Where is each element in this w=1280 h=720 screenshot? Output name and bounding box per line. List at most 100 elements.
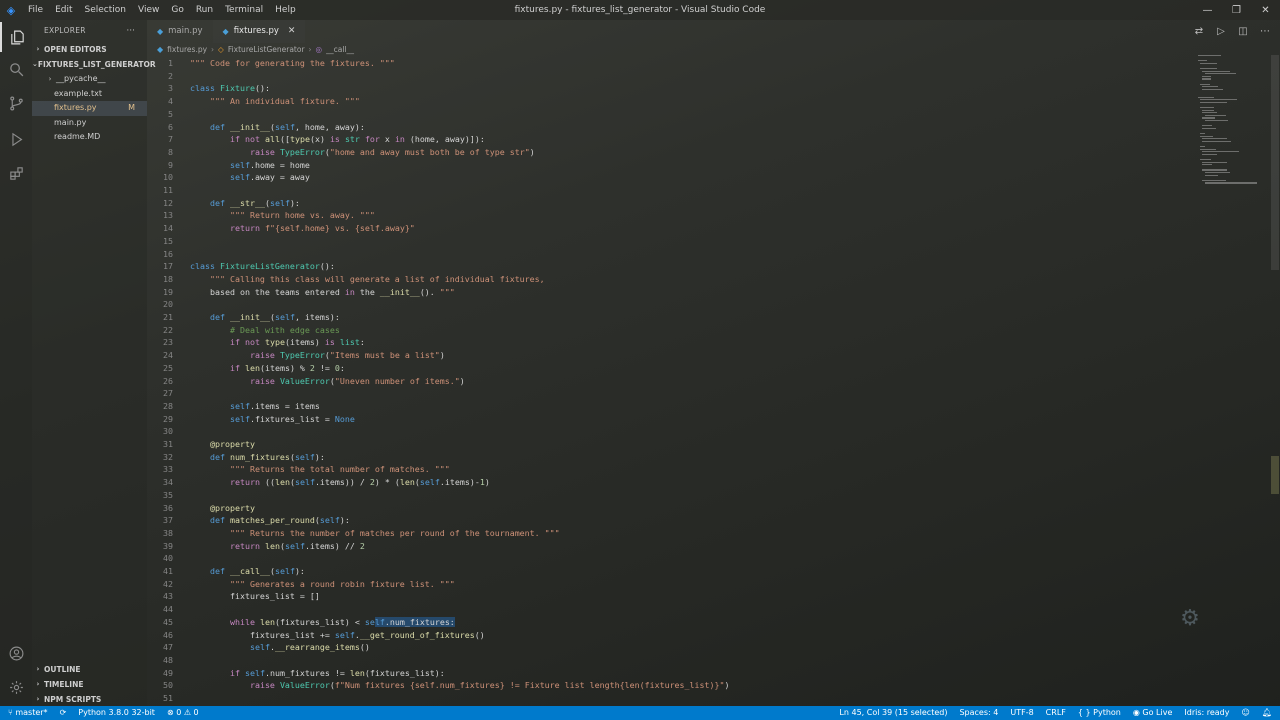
extensions-icon[interactable] <box>0 158 32 188</box>
code-line[interactable]: 49 if self.num_fixtures != len(fixtures_… <box>147 667 1187 680</box>
code-line[interactable]: 42 """ Generates a round robin fixture l… <box>147 578 1187 591</box>
minimize-icon[interactable]: — <box>1193 0 1222 20</box>
code-line[interactable]: 31 @property <box>147 438 1187 451</box>
language-mode[interactable]: { } Python <box>1078 706 1121 720</box>
breadcrumb-class[interactable]: FixtureListGenerator <box>228 43 305 56</box>
code-editor[interactable]: 1 """ Code for generating the fixtures. "… <box>147 57 1187 705</box>
branch-status[interactable]: ⑂ master* <box>8 706 48 720</box>
menu-terminal[interactable]: Terminal <box>219 0 269 20</box>
encoding[interactable]: UTF-8 <box>1010 706 1033 720</box>
code-line[interactable]: 32 def num_fixtures(self): <box>147 451 1187 464</box>
project-section[interactable]: ⌄ FIXTURES_LIST_GENERATOR <box>32 57 156 72</box>
code-line[interactable]: 5 <box>147 108 1187 121</box>
compare-changes-icon[interactable]: ⇄ <box>1192 25 1206 39</box>
manage-gear-icon[interactable] <box>0 672 32 702</box>
minimap[interactable] <box>1190 55 1268 195</box>
indentation[interactable]: Spaces: 4 <box>959 706 998 720</box>
notifications-bell-icon[interactable]: 🔔︎ <box>1262 706 1272 720</box>
menu-edit[interactable]: Edit <box>49 0 78 20</box>
code-line[interactable]: 18 """ Calling this class will generate … <box>147 273 1187 286</box>
close-window-icon[interactable]: ✕ <box>1251 0 1280 20</box>
code-line[interactable]: 39 return len(self.items) // 2 <box>147 540 1187 553</box>
code-line[interactable]: 13 """ Return home vs. away. """ <box>147 209 1187 222</box>
close-tab-icon[interactable]: ✕ <box>288 20 296 43</box>
line-ending[interactable]: CRLF <box>1046 706 1066 720</box>
code-line[interactable]: 11 <box>147 184 1187 197</box>
open-editors-section[interactable]: › OPEN EDITORS <box>32 42 147 57</box>
code-line[interactable]: 12 def __str__(self): <box>147 197 1187 210</box>
tab-main-py[interactable]: ◆ main.py <box>147 20 213 43</box>
feedback-icon[interactable]: ☺ <box>1242 706 1250 720</box>
code-line[interactable]: 33 """ Returns the total number of match… <box>147 463 1187 476</box>
sync-icon[interactable]: ⟳ <box>60 706 67 720</box>
code-line[interactable]: 37 def matches_per_round(self): <box>147 514 1187 527</box>
tree-item-readme[interactable]: readme.MD <box>32 130 147 145</box>
code-line[interactable]: 6 def __init__(self, home, away): <box>147 121 1187 134</box>
tree-item-fixtures-py[interactable]: fixtures.py M <box>32 101 147 116</box>
more-actions-icon[interactable]: ··· <box>126 20 135 42</box>
breadcrumb-file[interactable]: fixtures.py <box>167 43 207 56</box>
code-line[interactable]: 46 fixtures_list += self.__get_round_of_… <box>147 629 1187 642</box>
vertical-scrollbar[interactable] <box>1271 55 1279 270</box>
code-line[interactable]: 43 fixtures_list = [] <box>147 590 1187 603</box>
breadcrumb-method[interactable]: __call__ <box>326 43 354 56</box>
menu-file[interactable]: File <box>22 0 49 20</box>
menu-go[interactable]: Go <box>165 0 189 20</box>
run-debug-icon[interactable] <box>0 124 32 154</box>
code-line[interactable]: 23 if not type(items) is list: <box>147 336 1187 349</box>
code-line[interactable]: 47 self.__rearrange_items() <box>147 641 1187 654</box>
tree-item-example-txt[interactable]: example.txt <box>32 87 147 102</box>
code-line[interactable]: 45 while len(fixtures_list) < self.num_f… <box>147 616 1187 629</box>
code-line[interactable]: 15 <box>147 235 1187 248</box>
go-live-button[interactable]: ◉ Go Live <box>1133 706 1173 720</box>
tree-item-main-py[interactable]: main.py <box>32 116 147 131</box>
code-line[interactable]: 8 raise TypeError("home and away must bo… <box>147 146 1187 159</box>
code-line[interactable]: 36 @property <box>147 502 1187 515</box>
tab-fixtures-py[interactable]: ◆ fixtures.py ✕ <box>212 20 306 43</box>
menu-run[interactable]: Run <box>190 0 219 20</box>
outline-section[interactable]: › OUTLINE <box>32 662 147 677</box>
code-line[interactable]: 3 class Fixture(): <box>147 82 1187 95</box>
code-line[interactable]: 35 <box>147 489 1187 502</box>
search-icon[interactable] <box>0 54 32 84</box>
explorer-icon[interactable] <box>0 22 32 52</box>
code-line[interactable]: 22 # Deal with edge cases <box>147 324 1187 337</box>
source-control-icon[interactable] <box>0 88 32 118</box>
cursor-position[interactable]: Ln 45, Col 39 (15 selected) <box>839 706 947 720</box>
menu-help[interactable]: Help <box>269 0 302 20</box>
menu-selection[interactable]: Selection <box>79 0 132 20</box>
code-line[interactable]: 41 def __call__(self): <box>147 565 1187 578</box>
account-icon[interactable] <box>0 638 32 668</box>
run-file-icon[interactable]: ▷ <box>1214 25 1228 39</box>
code-line[interactable]: 29 self.fixtures_list = None <box>147 413 1187 426</box>
code-line[interactable]: 19 based on the teams entered in the __i… <box>147 286 1187 299</box>
menu-view[interactable]: View <box>132 0 165 20</box>
code-line[interactable]: 20 <box>147 298 1187 311</box>
code-line[interactable]: 7 if not all([type(x) is str for x in (h… <box>147 133 1187 146</box>
code-line[interactable]: 30 <box>147 425 1187 438</box>
code-line[interactable]: 4 """ An individual fixture. """ <box>147 95 1187 108</box>
code-line[interactable]: 24 raise TypeError("Items must be a list… <box>147 349 1187 362</box>
code-line[interactable]: 34 return ((len(self.items)) / 2) * (len… <box>147 476 1187 489</box>
tree-item-pycache[interactable]: › __pycache__ <box>32 72 147 87</box>
code-line[interactable]: 14 return f"{self.home} vs. {self.away}" <box>147 222 1187 235</box>
code-line[interactable]: 10 self.away = away <box>147 171 1187 184</box>
code-line[interactable]: 1 """ Code for generating the fixtures. "… <box>147 57 1187 70</box>
code-line[interactable]: 27 <box>147 387 1187 400</box>
code-line[interactable]: 28 self.items = items <box>147 400 1187 413</box>
restore-icon[interactable]: ❐ <box>1222 0 1251 20</box>
code-line[interactable]: 44 <box>147 603 1187 616</box>
code-line[interactable]: 21 def __init__(self, items): <box>147 311 1187 324</box>
code-line[interactable]: 40 <box>147 552 1187 565</box>
code-line[interactable]: 16 <box>147 248 1187 261</box>
code-line[interactable]: 2 <box>147 70 1187 83</box>
code-line[interactable]: 17 class FixtureListGenerator(): <box>147 260 1187 273</box>
code-line[interactable]: 48 <box>147 654 1187 667</box>
problems-status[interactable]: ⊗ 0 ⚠ 0 <box>167 706 199 720</box>
python-interpreter[interactable]: Python 3.8.0 32-bit <box>78 706 155 720</box>
code-line[interactable]: 9 self.home = home <box>147 159 1187 172</box>
code-line[interactable]: 38 """ Returns the number of matches per… <box>147 527 1187 540</box>
more-actions-icon[interactable]: ⋯ <box>1258 25 1272 39</box>
npm-scripts-section[interactable]: › NPM SCRIPTS <box>32 692 147 707</box>
code-line[interactable]: 51 <box>147 692 1187 705</box>
